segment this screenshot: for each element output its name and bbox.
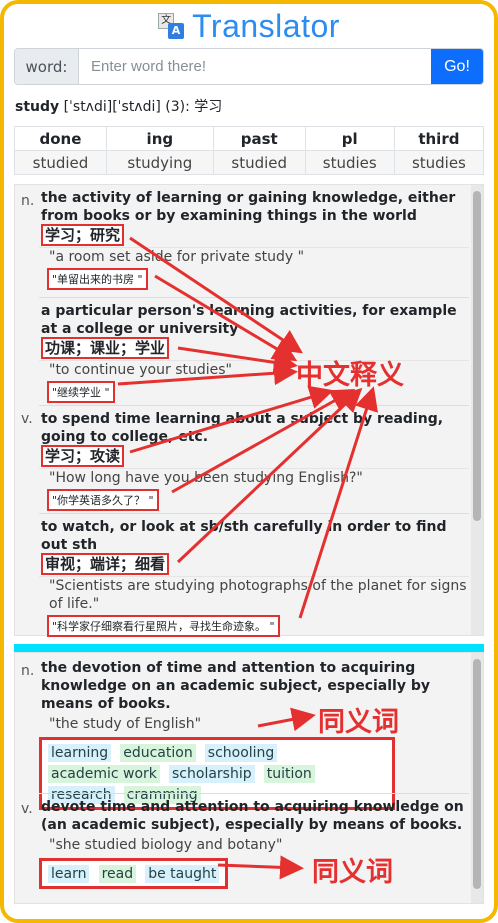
search-bar: word: Go! xyxy=(14,48,484,85)
synonym-definition: devote time and attention to acquiring k… xyxy=(41,799,464,833)
synonym-chip[interactable]: be taught xyxy=(145,865,220,883)
sense-example-chinese: "单留出来的书房 " xyxy=(47,268,148,290)
word-forms-table: done ing past pl third studied studying … xyxy=(14,126,485,175)
pos-label: v. xyxy=(21,801,33,817)
definitions-scrollbar[interactable] xyxy=(471,185,483,635)
sense-chinese-text: 学习；攻读 xyxy=(41,445,125,467)
pos-label: n. xyxy=(21,663,35,679)
form-value: studied xyxy=(212,150,306,175)
word-input[interactable] xyxy=(79,49,431,84)
go-button[interactable]: Go! xyxy=(431,49,483,84)
sense-example-chinese: "你学英语多久了？ " xyxy=(47,489,159,511)
form-header: past xyxy=(212,126,306,151)
synonym-chip[interactable]: scholarship xyxy=(169,765,255,783)
sense-definition: the activity of learning or gaining know… xyxy=(41,190,456,224)
synonyms-panel[interactable]: n. the devotion of time and attention to… xyxy=(14,652,484,904)
synonym-example: "she studied biology and botany" xyxy=(49,837,283,853)
callout-synonym: 同义词 xyxy=(318,707,399,738)
synonym-chip[interactable]: read xyxy=(98,865,137,883)
phonetic: [ˈstʌdi][ˈstʌdi] (3): xyxy=(59,99,190,115)
callout-synonym: 同义词 xyxy=(312,857,393,888)
sense-chinese-text: 审视；端详；细看 xyxy=(41,553,170,575)
sense-item: the activity of learning or gaining know… xyxy=(39,189,469,290)
pos-label: n. xyxy=(21,193,35,209)
sense-example-chinese: "继续学业 " xyxy=(47,381,115,403)
scrollbar-thumb[interactable] xyxy=(473,191,481,521)
pos-label: v. xyxy=(21,411,33,427)
headword-meaning: 学习 xyxy=(194,99,223,115)
form-header: ing xyxy=(105,126,214,151)
sense-example: "Scientists are studying photographs of … xyxy=(39,576,469,613)
sense-example: "a room set aside for private study " xyxy=(39,247,469,266)
sense-item: to watch, or look at sb/sth carefully in… xyxy=(39,513,469,637)
synonym-chip[interactable]: tuition xyxy=(263,765,315,783)
sense-chinese-text: 功课；课业；学业 xyxy=(41,337,170,359)
translate-icon-target: A xyxy=(168,23,185,39)
sense-example: "to continue your studies" xyxy=(39,360,469,379)
sense-chinese: 学习；攻读 xyxy=(39,445,469,467)
sense-chinese-text: 学习；研究 xyxy=(41,224,125,246)
form-value: studied xyxy=(14,150,107,175)
synonym-chip[interactable]: academic work xyxy=(48,765,160,783)
sense-item: to spend time learning about a subject b… xyxy=(39,405,469,511)
headword: study xyxy=(15,99,60,115)
search-label: word: xyxy=(15,49,79,84)
headword-line: study [ˈstʌdi][ˈstʌdi] (3): 学习 xyxy=(15,96,222,116)
form-value: studying xyxy=(105,150,214,175)
sense-chinese: 学习；研究 xyxy=(39,224,469,246)
synonym-group: the devotion of time and attention to ac… xyxy=(39,659,469,810)
app-title: Translator xyxy=(192,7,340,44)
synonym-group: devote time and attention to acquiring k… xyxy=(39,793,469,889)
section-divider xyxy=(14,644,484,652)
sense-example-chinese: "科学家仔细察看行星照片，寻找生命迹象。 " xyxy=(47,615,280,637)
form-header: third xyxy=(393,126,485,151)
sense-definition: to spend time learning about a subject b… xyxy=(41,411,444,445)
sense-example: "How long have you been studying English… xyxy=(39,468,469,487)
scrollbar-thumb[interactable] xyxy=(473,659,481,889)
sense-item: a particular person's learning activitie… xyxy=(39,297,469,403)
form-value: studies xyxy=(393,150,485,175)
synonyms-scrollbar[interactable] xyxy=(471,653,483,903)
app-header: 文 A Translator xyxy=(0,6,498,46)
translate-icon: 文 A xyxy=(158,13,185,39)
form-header: pl xyxy=(304,126,395,151)
definitions-panel[interactable]: n. the activity of learning or gaining k… xyxy=(14,184,484,637)
sense-definition: to watch, or look at sb/sth carefully in… xyxy=(41,519,447,553)
synonym-chip[interactable]: education xyxy=(120,744,196,762)
sense-chinese: 审视；端详；细看 xyxy=(39,553,469,575)
synonym-definition: the devotion of time and attention to ac… xyxy=(41,660,430,712)
sense-chinese: 功课；课业；学业 xyxy=(39,337,469,359)
synonym-chip[interactable]: learning xyxy=(48,744,112,762)
callout-chinese-meaning: 中文释义 xyxy=(296,360,404,391)
form-header: done xyxy=(14,126,107,151)
synonym-chip[interactable]: learn xyxy=(48,865,90,883)
sense-definition: a particular person's learning activitie… xyxy=(41,303,457,337)
synonym-chip[interactable]: schooling xyxy=(204,744,278,762)
form-value: studies xyxy=(304,150,395,175)
synonym-example: "the study of English" xyxy=(49,716,202,732)
synonym-list: learn read be taught xyxy=(39,858,229,889)
